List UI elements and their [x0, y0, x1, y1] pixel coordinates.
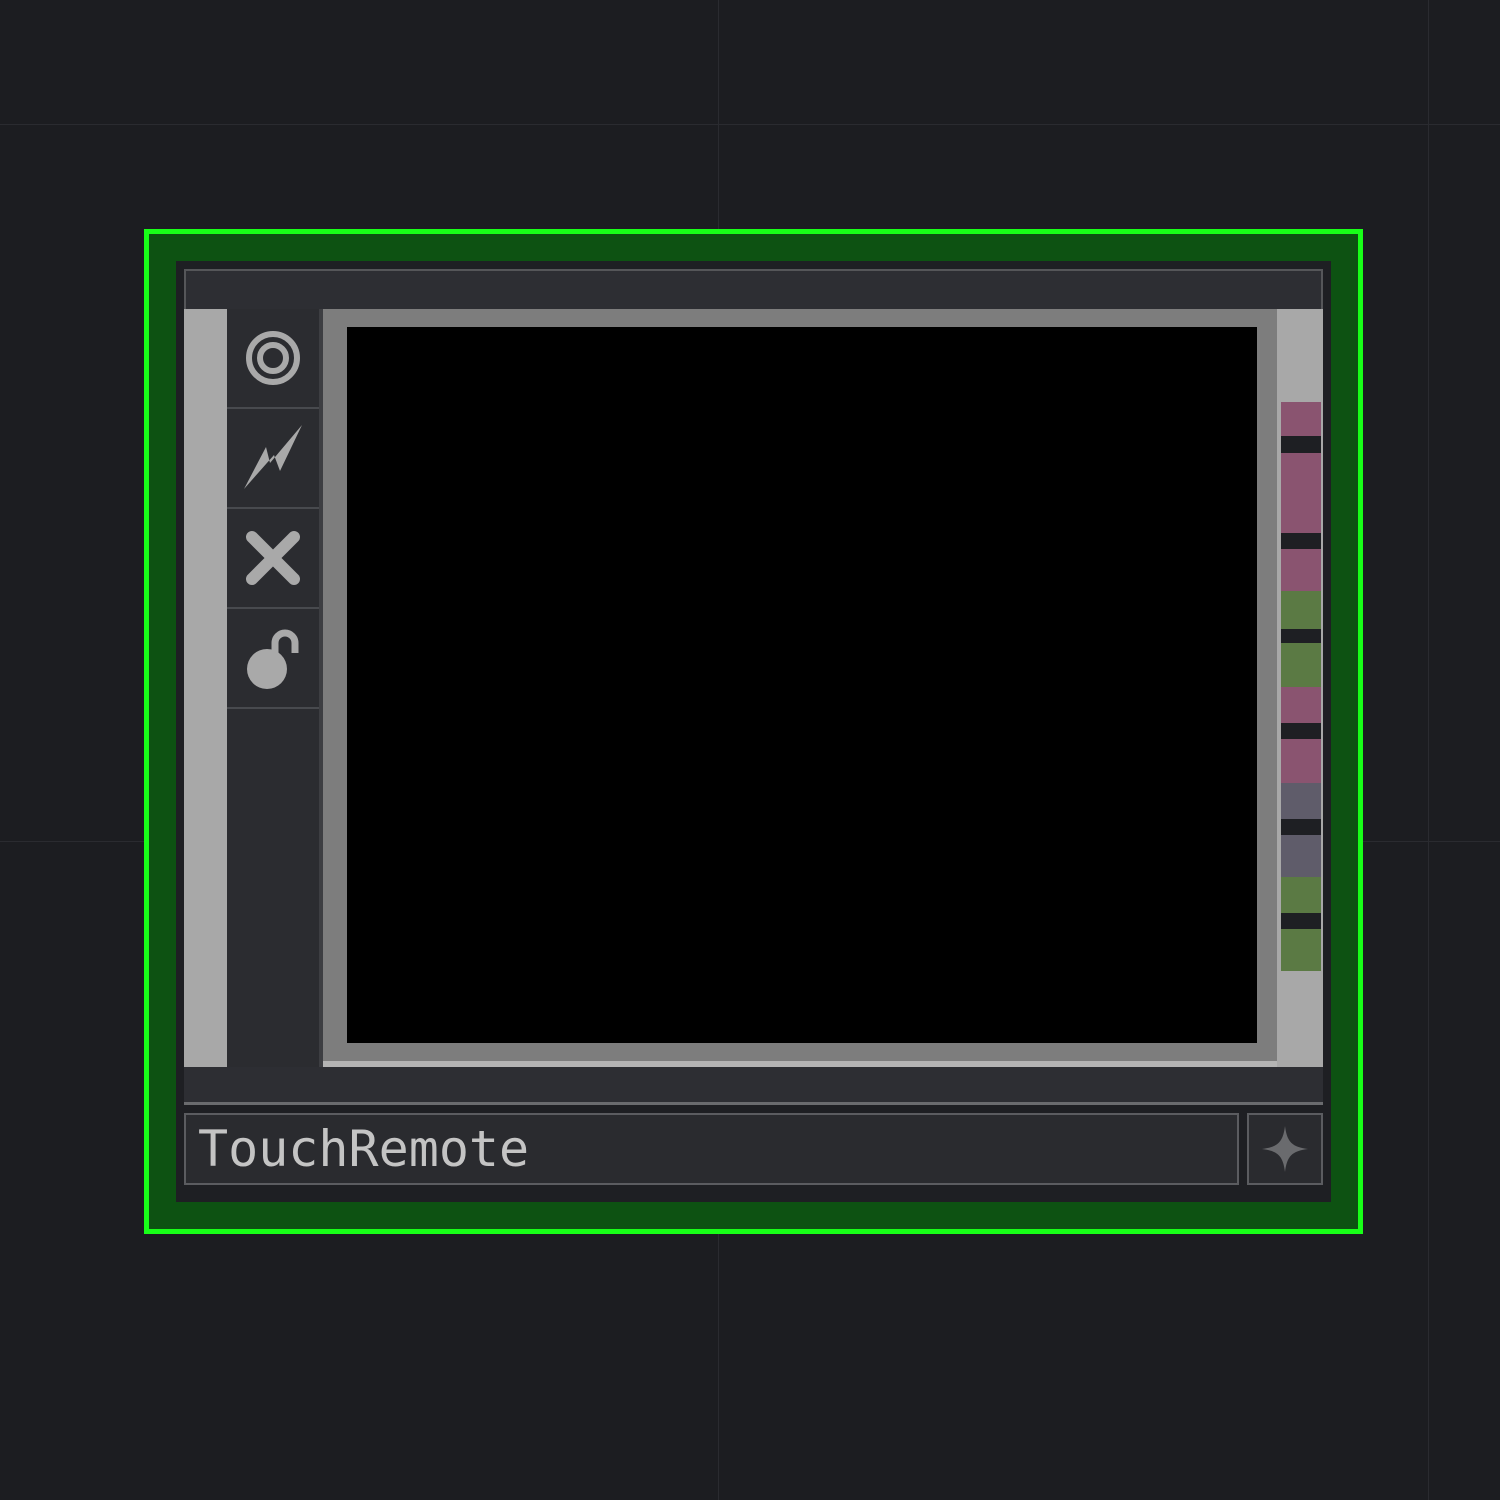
node-flag-button[interactable]	[1247, 1113, 1323, 1185]
connector-separator	[1281, 436, 1321, 453]
output-connector[interactable]	[1281, 929, 1321, 971]
node-header-bar[interactable]	[184, 269, 1323, 309]
output-connector[interactable]	[1281, 835, 1321, 877]
connector-separator	[1281, 533, 1321, 549]
output-connector[interactable]	[1281, 402, 1321, 436]
operator-node[interactable]: TouchRemote	[144, 229, 1363, 1234]
sparkle-icon	[1262, 1126, 1308, 1172]
output-connector[interactable]	[1281, 687, 1321, 723]
viewer-toggle-button[interactable]	[227, 309, 319, 409]
node-body	[184, 309, 1323, 1067]
output-connector[interactable]	[1281, 591, 1321, 629]
input-connector-strip[interactable]	[184, 309, 227, 1067]
close-icon	[246, 531, 300, 585]
output-connector[interactable]	[1281, 643, 1321, 687]
network-canvas[interactable]: TouchRemote	[0, 0, 1500, 1500]
output-connector[interactable]	[1281, 453, 1321, 533]
node-toolbar	[227, 309, 323, 1067]
bypass-button[interactable]	[227, 509, 319, 609]
output-connector[interactable]	[1281, 783, 1321, 819]
lightning-icon	[244, 425, 302, 489]
node-name-field[interactable]: TouchRemote	[184, 1113, 1239, 1185]
viewer-frame	[323, 309, 1277, 1067]
target-icon	[246, 331, 300, 385]
grid-line	[1428, 0, 1429, 1500]
node-footer-bar	[184, 1067, 1323, 1105]
connector-separator	[1281, 723, 1321, 739]
unlock-icon	[247, 629, 299, 689]
connector-separator	[1281, 913, 1321, 929]
output-connector[interactable]	[1281, 739, 1321, 783]
node-panel: TouchRemote	[176, 261, 1331, 1202]
grid-line	[0, 124, 1500, 125]
lock-button[interactable]	[227, 609, 319, 709]
connector-separator	[1281, 629, 1321, 643]
cook-button[interactable]	[227, 409, 319, 509]
output-connector[interactable]	[1281, 877, 1321, 913]
node-viewer[interactable]	[347, 327, 1257, 1043]
output-connector-strip	[1277, 309, 1323, 1067]
connector-separator	[1281, 819, 1321, 835]
output-connector[interactable]	[1281, 549, 1321, 591]
